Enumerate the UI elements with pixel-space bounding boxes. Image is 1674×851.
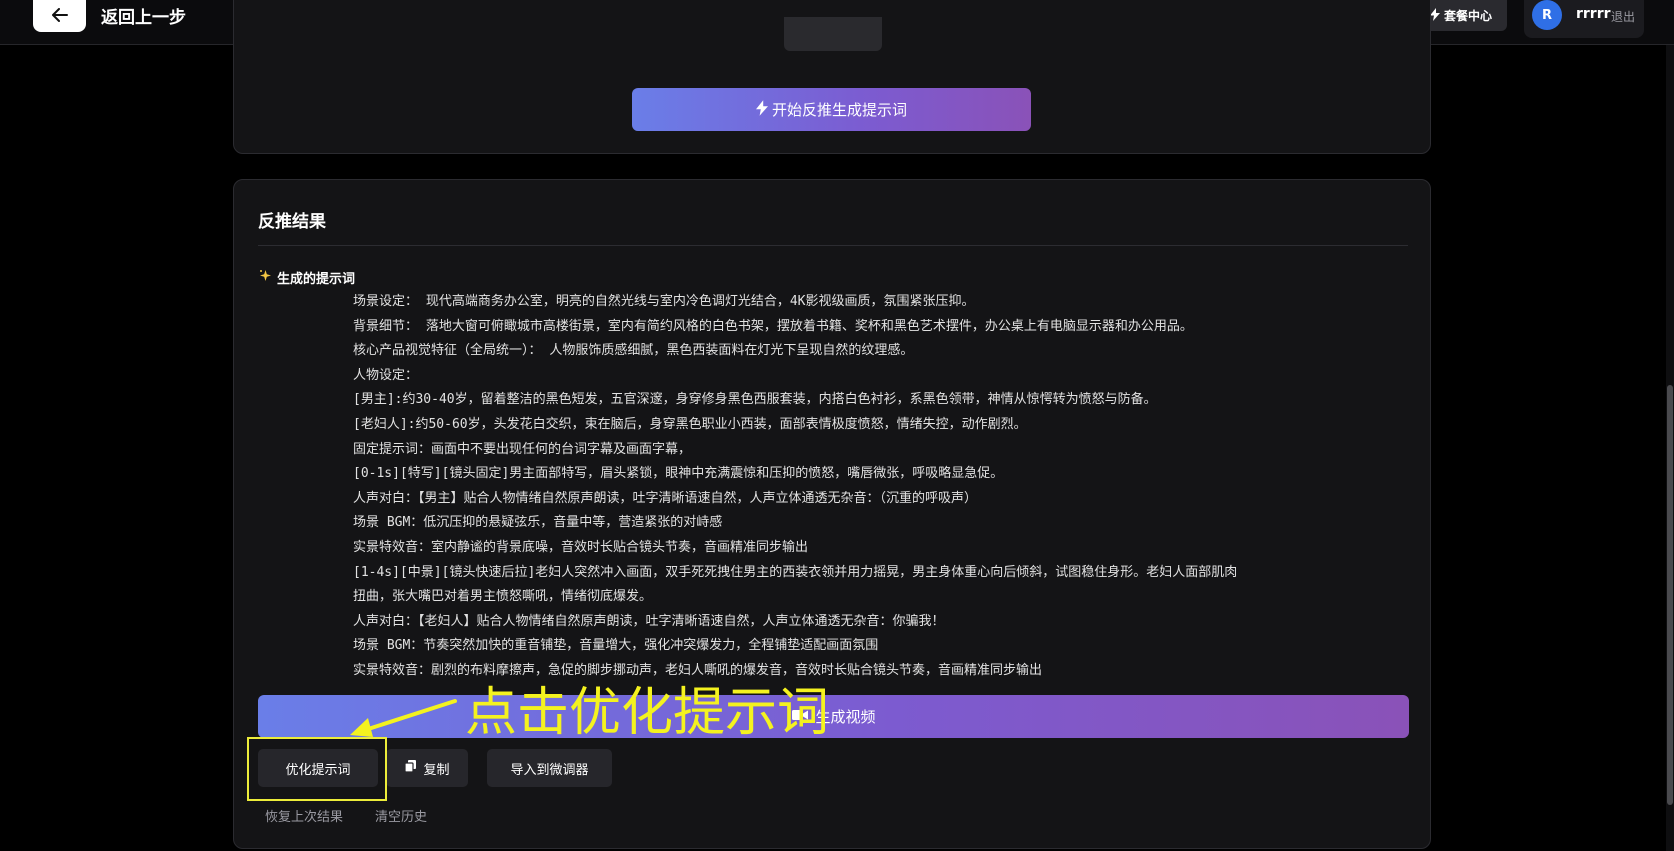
copy-icon (404, 759, 417, 777)
import-label: 导入到微调器 (510, 762, 589, 778)
lightning-icon (1429, 7, 1440, 24)
result-title: 反推结果 (258, 212, 326, 232)
prompt-line: 场景 BGM：低沉压抑的悬疑弦乐，音量中等，营造紧张的对峙感 (353, 515, 723, 531)
divider (258, 245, 1408, 246)
start-reverse-label: 开始反推生成提示词 (771, 101, 907, 119)
optimize-prompt-label: 优化提示词 (285, 762, 351, 778)
result-card: 反推结果 生成的提示词 场景设定： 现代高端商务办公室，明亮的自然光线与室内冷色… (233, 179, 1431, 849)
reupload-button[interactable] (784, 17, 882, 51)
prompt-line: 背景细节： 落地大窗可俯瞰城市高楼街景，室内有简约风格的白色书架，摆放着书籍、奖… (353, 318, 1193, 334)
video-icon (791, 708, 809, 726)
prompt-line: 固定提示词：画面中不要出现任何的台词字幕及画面字幕， (353, 441, 692, 457)
scrollbar-thumb[interactable] (1667, 385, 1673, 805)
copy-label: 复制 (423, 762, 450, 778)
prompt-line: [男主]:约30-40岁，留着整洁的黑色短发，五官深邃，身穿修身黑色西服套装，内… (353, 392, 1157, 408)
reverse-prompt-card: 开始反推生成提示词 (233, 0, 1431, 154)
prompt-line: 人声对白：【老妇人】贴合人物情绪自然原声朗读，吐字清晰语速自然，人声立体通透无杂… (353, 613, 945, 629)
restore-last-result-link[interactable]: 恢复上次结果 (265, 806, 343, 825)
prompt-line: [0-1s][特写][镜头固定]男主面部特写，眉头紧锁，眼神中充满震惊和压抑的愤… (353, 466, 1004, 482)
logout-link[interactable]: 退出 (1611, 8, 1635, 25)
prompt-line: 实景特效音：室内静谧的背景底噪，音效时长贴合镜头节奏，音画精准同步输出 (353, 539, 809, 555)
sparkle-icon (259, 269, 272, 286)
username: rrrrr (1576, 6, 1611, 22)
clear-history-link[interactable]: 清空历史 (375, 806, 427, 825)
optimize-prompt-button[interactable]: 优化提示词 (258, 749, 378, 787)
generated-prompt-text: 场景设定： 现代高端商务办公室，明亮的自然光线与室内冷色调灯光结合，4K影视级画… (353, 290, 1393, 684)
generate-video-label: 生成视频 (815, 708, 876, 726)
back-button[interactable] (33, 0, 86, 32)
prompt-line: [老妇人]:约50-60岁，头发花白交织，束在脑后，身穿黑色职业小西装，面部表情… (353, 416, 1027, 432)
page-title: 返回上一步 (101, 8, 186, 28)
generated-prompt-title: 生成的提示词 (277, 272, 356, 287)
user-menu[interactable]: R rrrrr 退出 (1524, 0, 1644, 38)
prompt-line: 实景特效音：剧烈的布料摩擦声，急促的脚步挪动声，老妇人嘶吼的爆发音，音效时长贴合… (353, 662, 1043, 678)
generate-video-button[interactable]: 生成视频 (258, 695, 1409, 738)
prompt-line: 扭曲，张大嘴巴对着男主愤怒嘶吼，情绪彻底爆发。 (353, 589, 653, 605)
prompt-line: 人物设定： (353, 367, 419, 383)
start-reverse-button[interactable]: 开始反推生成提示词 (632, 88, 1031, 131)
avatar[interactable]: R (1532, 0, 1562, 30)
prompt-line: 场景 BGM：节奏突然加快的重音铺垫，音量增大，强化冲突爆发力，全程铺垫适配画面… (353, 638, 879, 654)
prompt-line: 场景设定： 现代高端商务办公室，明亮的自然光线与室内冷色调灯光结合，4K影视级画… (353, 294, 975, 309)
arrow-left-icon (51, 7, 68, 26)
app-root: 返回上一步 套餐中心 R rrrrr 退出 (0, 0, 1674, 851)
prompt-line: 核心产品视觉特征（全局统一）： 人物服饰质感细腻，黑色西装面料在灯光下呈现自然的… (353, 343, 914, 359)
prompt-line: [1-4s][中景][镜头快速后拉]老妇人突然冲入画面，双手死死拽住男主的西装衣… (353, 564, 1238, 580)
copy-button[interactable]: 复制 (386, 749, 468, 787)
lightning-icon (755, 99, 768, 120)
generated-prompt-label: 生成的提示词 (259, 268, 355, 287)
prompt-line: 人声对白：【男主】贴合人物情绪自然原声朗读，吐字清晰语速自然，人声立体通透无杂音… (353, 490, 978, 506)
import-to-tuner-button[interactable]: 导入到微调器 (487, 749, 612, 787)
plan-center-label: 套餐中心 (1443, 9, 1492, 23)
